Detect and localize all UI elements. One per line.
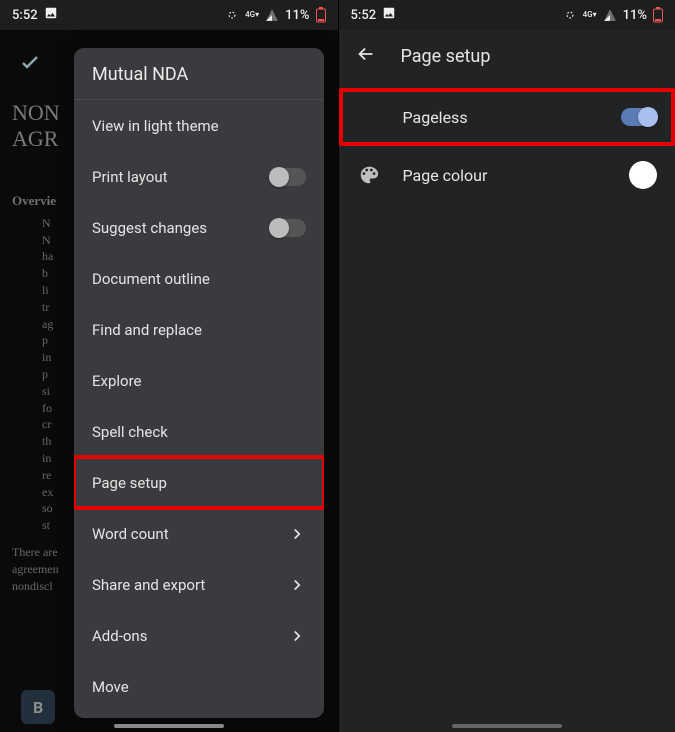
menu-item-label: Find and replace [92, 321, 202, 339]
menu-item-label: Page setup [92, 474, 167, 492]
battery-pct: 11% [623, 8, 647, 23]
battery-icon [316, 7, 326, 23]
switch-toggle[interactable] [270, 219, 306, 237]
battery-icon [653, 7, 663, 23]
gesture-bar [114, 724, 224, 728]
menu-item-word-count[interactable]: Word count [74, 508, 324, 559]
setting-row-pageless[interactable]: Pageless [339, 88, 675, 146]
signal-icon: 4G▾ [245, 11, 259, 19]
menu-item-label: Print layout [92, 168, 168, 186]
image-icon [44, 6, 58, 24]
status-bar: 5:52 4G▾ 11% [0, 0, 338, 30]
status-time: 5:52 [351, 8, 377, 23]
doc-title-line2: AGR [12, 126, 58, 151]
menu-item-spell-check[interactable]: Spell check [74, 406, 324, 457]
setting-row-page-colour[interactable]: Page colour [339, 146, 675, 204]
doc-title-line1: NON [12, 100, 60, 125]
switch-toggle[interactable] [621, 108, 657, 126]
back-icon[interactable] [355, 43, 377, 70]
menu-item-print-layout[interactable]: Print layout [74, 151, 324, 202]
battery-pct: 11% [285, 8, 309, 23]
update-icon [563, 8, 577, 22]
menu-item-label: Suggest changes [92, 219, 207, 237]
signal-bars-icon [603, 8, 617, 22]
chevron-right-icon [288, 576, 306, 594]
screen-left: 5:52 4G▾ 11% NON AGR Overvie N N ha b li… [0, 0, 338, 732]
image-icon [382, 6, 396, 24]
menu-item-label: Document outline [92, 270, 210, 288]
menu-item-move[interactable]: Move [74, 661, 324, 712]
setting-row-label: Pageless [403, 108, 600, 127]
menu-item-explore[interactable]: Explore [74, 355, 324, 406]
page-setup-screen: Page setup Pageless Page colour [339, 30, 675, 732]
overflow-menu: Mutual NDA View in light theme Print layo… [74, 48, 324, 718]
chevron-right-icon [288, 627, 306, 645]
menu-item-add-ons[interactable]: Add-ons [74, 610, 324, 661]
settings-header: Page setup [339, 30, 675, 82]
menu-item-share-and-export[interactable]: Share and export [74, 559, 324, 610]
menu-item-label: Move [92, 678, 129, 696]
done-check-icon[interactable] [18, 50, 42, 78]
menu-item-label: Explore [92, 372, 142, 390]
menu-item-label: Share and export [92, 576, 205, 594]
signal-icon: 4G▾ [583, 11, 597, 19]
menu-item-label: Add-ons [92, 627, 147, 645]
menu-item-find-and-replace[interactable]: Find and replace [74, 304, 324, 355]
setting-row-label: Page colour [403, 166, 608, 185]
status-time: 5:52 [12, 8, 38, 23]
status-bar: 5:52 4G▾ 11% [339, 0, 675, 30]
settings-title: Page setup [401, 46, 491, 67]
menu-item-label: Spell check [92, 423, 168, 441]
bold-button[interactable]: B [21, 690, 55, 724]
chevron-right-icon [288, 525, 306, 543]
update-icon [225, 8, 239, 22]
color-swatch[interactable] [629, 161, 657, 189]
blank-icon [357, 105, 381, 129]
menu-item-page-setup[interactable]: Page setup [74, 457, 324, 508]
signal-bars-icon [265, 8, 279, 22]
menu-item-label: Word count [92, 525, 169, 543]
switch-toggle[interactable] [270, 168, 306, 186]
menu-item-suggest-changes[interactable]: Suggest changes [74, 202, 324, 253]
menu-title: Mutual NDA [74, 48, 324, 100]
menu-item-label: View in light theme [92, 117, 219, 135]
palette-icon [357, 163, 381, 187]
menu-item-view-in-light-theme[interactable]: View in light theme [74, 100, 324, 151]
menu-item-document-outline[interactable]: Document outline [74, 253, 324, 304]
screen-right: 5:52 4G▾ 11% Page setup Pageles [338, 0, 675, 732]
gesture-bar [452, 724, 562, 728]
